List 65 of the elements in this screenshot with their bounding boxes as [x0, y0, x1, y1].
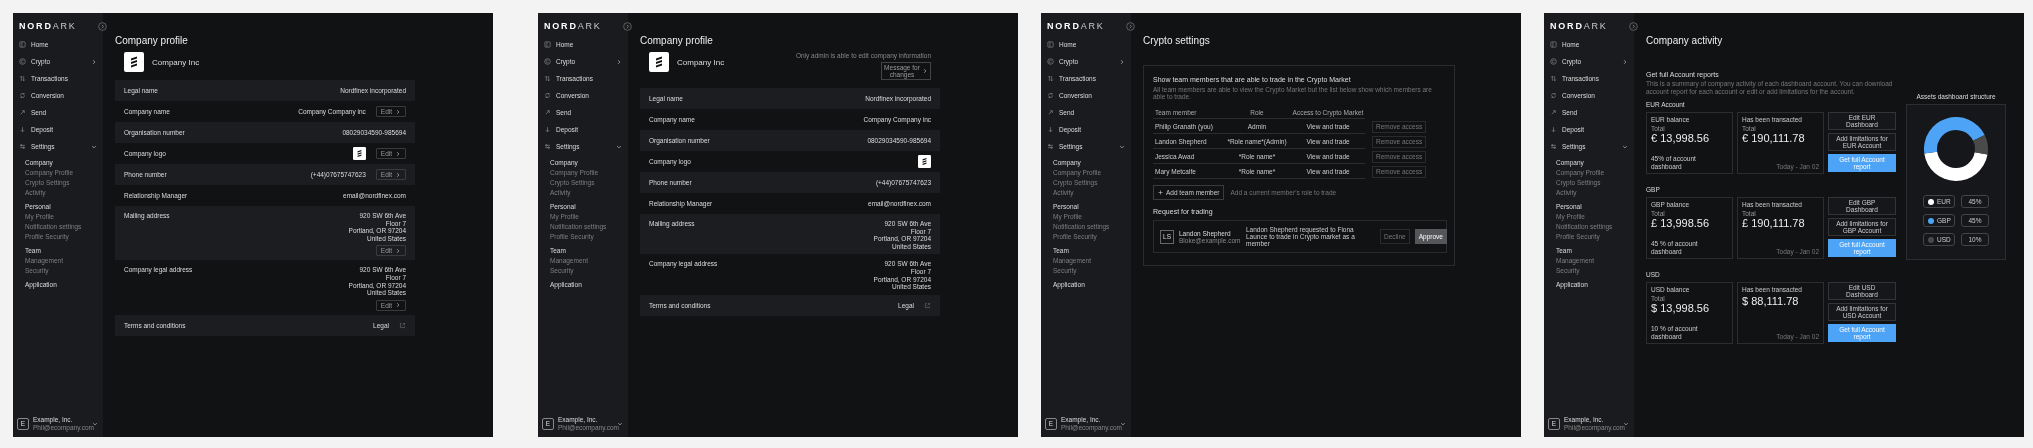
chevron-right-icon: [395, 302, 401, 309]
refresh-icon: [1047, 92, 1054, 99]
coin-icon: [19, 58, 26, 65]
coin-icon: [1550, 58, 1557, 65]
chevron-right-icon: [395, 171, 401, 178]
arrow-down-icon: [1550, 126, 1557, 133]
swap-arrows-icon: [1047, 75, 1054, 82]
layout-icon: [1047, 41, 1054, 48]
coin-icon: [544, 58, 551, 65]
page-title: Company profile: [640, 35, 713, 47]
arrow-up-right-icon: [544, 109, 551, 116]
brand-logo: NORDARK: [1550, 21, 1608, 31]
company-logo-icon: [918, 155, 931, 168]
sliders-icon: [544, 143, 551, 150]
company-name: Company Inc: [152, 57, 200, 67]
chevron-right-icon: [922, 68, 928, 74]
chevron-down-icon[interactable]: [1120, 420, 1126, 427]
arrow-up-right-icon: [1047, 109, 1054, 116]
chevron-down-icon[interactable]: [92, 420, 98, 427]
collapse-icon[interactable]: [1629, 21, 1638, 31]
external-link-icon[interactable]: [399, 321, 406, 329]
layout-icon: [19, 41, 26, 48]
swap-arrows-icon: [1550, 75, 1557, 82]
company-logo-icon: [352, 147, 366, 160]
chevron-right-icon: [395, 150, 401, 157]
brand-logo: NORDARK: [1047, 21, 1105, 31]
amount: £ 13,998.56: [1651, 217, 1710, 230]
chevron-down-icon[interactable]: [617, 420, 623, 427]
amount: € 13,998.56: [1651, 132, 1710, 145]
collapse-icon[interactable]: [1126, 21, 1135, 31]
swap-arrows-icon: [19, 75, 26, 82]
coin-icon: [1047, 58, 1054, 65]
arrow-down-icon: [1047, 126, 1054, 133]
amount: $ 88,111.78: [1742, 295, 1799, 308]
refresh-icon: [1550, 92, 1557, 99]
sliders-icon: [1550, 143, 1557, 150]
collapse-icon[interactable]: [98, 21, 107, 31]
company-logo-icon: [124, 52, 144, 72]
sliders-icon: [19, 143, 26, 150]
page-title: Crypto settings: [1143, 35, 1210, 47]
arrow-down-icon: [19, 126, 26, 133]
arrow-down-icon: [544, 126, 551, 133]
company-name: Company Inc: [677, 57, 725, 67]
amount: $ 13,998.56: [1651, 302, 1710, 315]
page-title: Company profile: [115, 35, 188, 47]
collapse-icon[interactable]: [623, 21, 632, 31]
layout-icon: [544, 41, 551, 48]
brand-logo: NORDARK: [19, 21, 77, 31]
chevron-right-icon: [395, 108, 401, 115]
swap-arrows-icon: [544, 75, 551, 82]
company-logo-icon: [649, 52, 669, 72]
arrow-up-right-icon: [19, 109, 26, 116]
amount: £ 190,111.78: [1742, 217, 1805, 230]
refresh-icon: [544, 92, 551, 99]
chevron-right-icon: [395, 247, 401, 254]
brand-logo: NORDARK: [544, 21, 602, 31]
external-link-icon[interactable]: [924, 301, 931, 309]
layout-icon: [1550, 41, 1557, 48]
plus-icon: [1158, 190, 1163, 195]
refresh-icon: [19, 92, 26, 99]
amount: € 190,111.78: [1742, 132, 1805, 145]
arrow-up-right-icon: [1550, 109, 1557, 116]
chevron-down-icon[interactable]: [1623, 420, 1629, 427]
sliders-icon: [1047, 143, 1054, 150]
page-title: Company activity: [1646, 35, 1723, 47]
